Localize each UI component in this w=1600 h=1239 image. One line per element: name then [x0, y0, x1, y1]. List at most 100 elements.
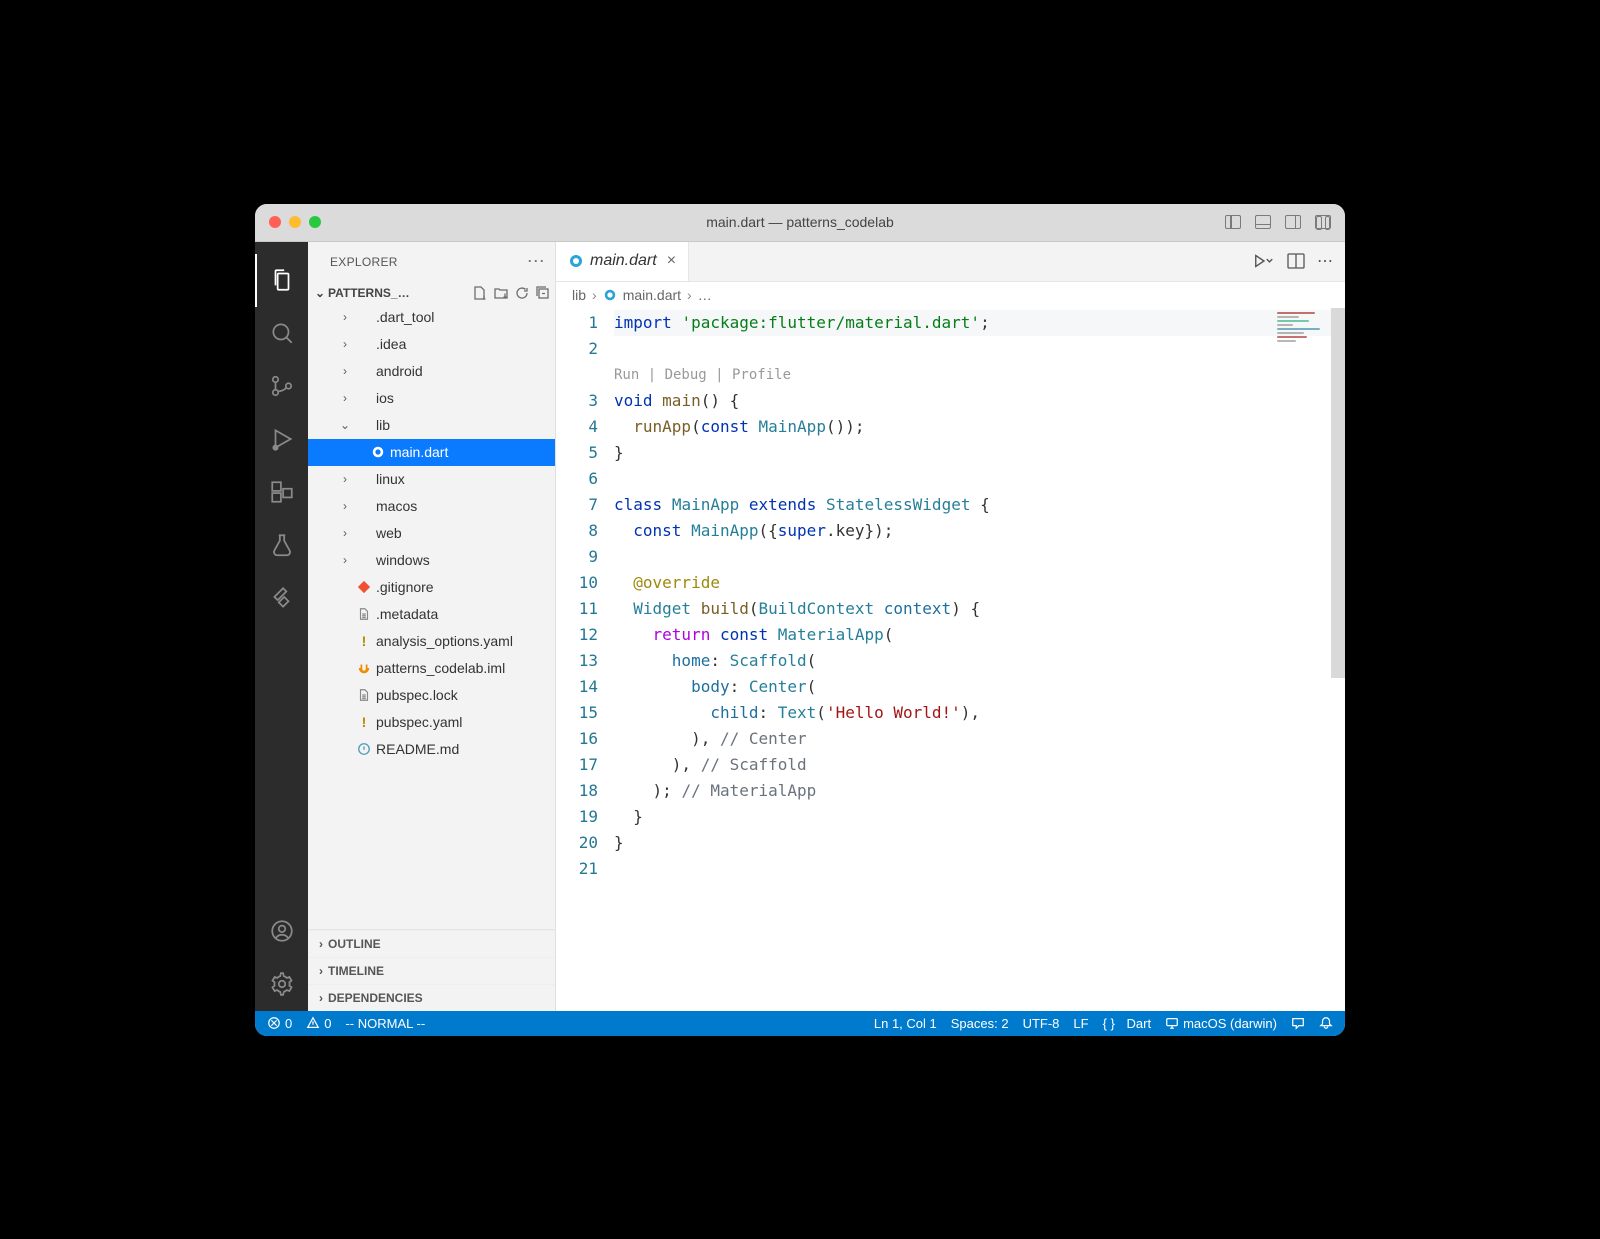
explorer-sidebar: EXPLORER ⋯ ⌄ PATTERNS_… ›.dart_tool›.ide…: [308, 242, 556, 1011]
refresh-icon[interactable]: [514, 285, 530, 301]
file-icon: [356, 309, 372, 325]
tree-item[interactable]: ›web: [308, 520, 555, 547]
file-icon: !: [356, 633, 372, 649]
explorer-icon[interactable]: [255, 254, 308, 307]
code-lens[interactable]: Run | Debug | Profile: [614, 362, 1345, 388]
file-icon: !: [356, 714, 372, 730]
extensions-icon[interactable]: [255, 466, 308, 519]
file-icon: [356, 552, 372, 568]
run-dropdown-icon[interactable]: [1253, 253, 1275, 269]
scrollbar[interactable]: [1331, 308, 1345, 678]
close-tab-icon[interactable]: ×: [667, 252, 676, 270]
run-debug-icon[interactable]: [255, 413, 308, 466]
new-folder-icon[interactable]: [493, 285, 509, 301]
file-icon: [370, 444, 386, 460]
maximize-window-button[interactable]: [309, 216, 321, 228]
flutter-icon[interactable]: [255, 572, 308, 625]
toggle-secondary-sidebar-icon[interactable]: [1285, 215, 1301, 229]
sidebar-more-icon[interactable]: ⋯: [527, 251, 545, 272]
tree-item[interactable]: pubspec.lock: [308, 682, 555, 709]
tree-item-label: .idea: [376, 336, 406, 352]
file-icon: [356, 471, 372, 487]
status-encoding[interactable]: UTF-8: [1023, 1016, 1060, 1031]
status-device[interactable]: macOS (darwin): [1165, 1016, 1277, 1031]
tree-item[interactable]: .gitignore: [308, 574, 555, 601]
vscode-window: main.dart — patterns_codelab: [255, 204, 1345, 1036]
status-indentation[interactable]: Spaces: 2: [951, 1016, 1009, 1031]
tree-item-label: pubspec.yaml: [376, 714, 462, 730]
sidebar-title: EXPLORER: [330, 255, 398, 269]
file-icon: [356, 741, 372, 757]
tree-item[interactable]: !analysis_options.yaml: [308, 628, 555, 655]
tree-item[interactable]: ›.idea: [308, 331, 555, 358]
tree-item[interactable]: ›ios: [308, 385, 555, 412]
tree-item-label: web: [376, 525, 402, 541]
toggle-panel-icon[interactable]: [1255, 215, 1271, 229]
tree-item[interactable]: README.md: [308, 736, 555, 763]
tab-label: main.dart: [590, 252, 657, 270]
outline-section[interactable]: ›OUTLINE: [308, 930, 555, 957]
status-bar: 0 0 -- NORMAL -- Ln 1, Col 1 Spaces: 2 U…: [255, 1011, 1345, 1036]
toggle-primary-sidebar-icon[interactable]: [1225, 215, 1241, 229]
tree-item-label: lib: [376, 417, 390, 433]
close-window-button[interactable]: [269, 216, 281, 228]
customize-layout-icon[interactable]: [1315, 215, 1331, 229]
tree-item-label: pubspec.lock: [376, 687, 458, 703]
code-editor[interactable]: 12 3456789101112131415161718192021 impor…: [556, 308, 1345, 1011]
breadcrumb-rest: …: [698, 287, 712, 303]
file-icon: [356, 579, 372, 595]
status-language[interactable]: { } Dart: [1103, 1016, 1151, 1031]
settings-icon[interactable]: [255, 958, 308, 1011]
editor-more-icon[interactable]: ⋯: [1317, 251, 1333, 271]
collapse-all-icon[interactable]: [535, 285, 551, 301]
accounts-icon[interactable]: [255, 905, 308, 958]
status-errors[interactable]: 0: [267, 1016, 292, 1031]
status-feedback-icon[interactable]: [1291, 1016, 1305, 1030]
split-editor-icon[interactable]: [1287, 253, 1305, 269]
file-icon: [356, 525, 372, 541]
tree-item-label: windows: [376, 552, 430, 568]
minimize-window-button[interactable]: [289, 216, 301, 228]
tree-item[interactable]: ›windows: [308, 547, 555, 574]
tab-main-dart[interactable]: main.dart ×: [556, 242, 689, 281]
tree-item-label: main.dart: [390, 444, 448, 460]
file-icon: [356, 498, 372, 514]
activity-bar: [255, 242, 308, 1011]
tree-item-label: patterns_codelab.iml: [376, 660, 505, 676]
tree-item-label: android: [376, 363, 423, 379]
tree-item[interactable]: main.dart: [308, 439, 555, 466]
collapsed-sections: ›OUTLINE ›TIMELINE ›DEPENDENCIES: [308, 929, 555, 1011]
code-content[interactable]: import 'package:flutter/material.dart'; …: [614, 308, 1345, 1011]
timeline-section[interactable]: ›TIMELINE: [308, 957, 555, 984]
tree-item[interactable]: ›android: [308, 358, 555, 385]
tree-item[interactable]: .metadata: [308, 601, 555, 628]
breadcrumbs[interactable]: lib › main.dart › …: [556, 282, 1345, 308]
file-icon: [356, 363, 372, 379]
status-vim-mode: -- NORMAL --: [345, 1016, 425, 1031]
title-bar: main.dart — patterns_codelab: [255, 204, 1345, 242]
search-icon[interactable]: [255, 307, 308, 360]
tree-item-label: .dart_tool: [376, 309, 434, 325]
file-icon: [356, 660, 372, 676]
file-icon: [356, 336, 372, 352]
tree-item[interactable]: ›macos: [308, 493, 555, 520]
testing-icon[interactable]: [255, 519, 308, 572]
status-eol[interactable]: LF: [1073, 1016, 1088, 1031]
source-control-icon[interactable]: [255, 360, 308, 413]
tree-item[interactable]: !pubspec.yaml: [308, 709, 555, 736]
breadcrumb-file: main.dart: [623, 287, 681, 303]
minimap[interactable]: [1277, 312, 1331, 360]
tree-item[interactable]: ›linux: [308, 466, 555, 493]
dependencies-section[interactable]: ›DEPENDENCIES: [308, 984, 555, 1011]
tree-item[interactable]: ›.dart_tool: [308, 304, 555, 331]
tree-item[interactable]: ⌄lib: [308, 412, 555, 439]
tab-bar: main.dart × ⋯: [556, 242, 1345, 282]
project-section-header[interactable]: ⌄ PATTERNS_…: [308, 282, 555, 304]
new-file-icon[interactable]: [472, 285, 488, 301]
status-notifications-icon[interactable]: [1319, 1016, 1333, 1030]
status-cursor-position[interactable]: Ln 1, Col 1: [874, 1016, 937, 1031]
tree-item[interactable]: patterns_codelab.iml: [308, 655, 555, 682]
tree-item-label: linux: [376, 471, 405, 487]
dart-file-icon: [603, 288, 617, 302]
status-warnings[interactable]: 0: [306, 1016, 331, 1031]
